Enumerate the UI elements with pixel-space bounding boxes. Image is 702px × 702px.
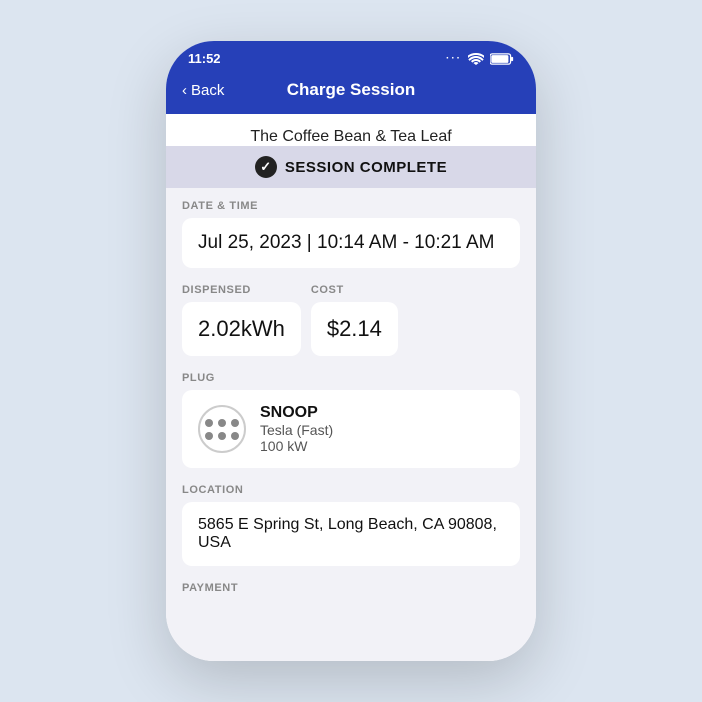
plug-name: SNOOP xyxy=(260,404,333,422)
plug-power: 100 kW xyxy=(260,438,333,454)
datetime-value: Jul 25, 2023 | 10:14 AM - 10:21 AM xyxy=(198,232,494,253)
dots-icon: ··· xyxy=(446,53,462,64)
cost-label: COST xyxy=(311,284,398,296)
plug-connector-icon xyxy=(198,405,246,453)
phone-frame: 11:52 ··· ‹ Back Charge Session The Coff… xyxy=(166,41,536,661)
session-complete-text: SESSION COMPLETE xyxy=(285,159,447,176)
status-icons: ··· xyxy=(446,53,514,65)
status-bar: 11:52 ··· xyxy=(166,41,536,72)
content-area: The Coffee Bean & Tea Leaf ✓ SESSION COM… xyxy=(166,114,536,661)
cost-col: COST $2.14 xyxy=(311,284,398,356)
dispensed-cost-row: DISPENSED 2.02kWh COST $2.14 xyxy=(182,284,520,356)
location-card: 5865 E Spring St, Long Beach, CA 90808, … xyxy=(182,502,520,566)
cost-card: $2.14 xyxy=(311,302,398,356)
back-chevron-icon: ‹ xyxy=(182,82,187,99)
datetime-section: DATE & TIME Jul 25, 2023 | 10:14 AM - 10… xyxy=(166,188,536,272)
plug-card: SNOOP Tesla (Fast) 100 kW xyxy=(182,390,520,468)
plug-info: SNOOP Tesla (Fast) 100 kW xyxy=(260,404,333,454)
location-section: LOCATION 5865 E Spring St, Long Beach, C… xyxy=(166,472,536,570)
datetime-card: Jul 25, 2023 | 10:14 AM - 10:21 AM xyxy=(182,218,520,268)
dot-2 xyxy=(218,419,226,427)
dot-4 xyxy=(205,432,213,440)
location-value: 5865 E Spring St, Long Beach, CA 90808, … xyxy=(198,516,497,551)
wifi-icon xyxy=(468,53,484,65)
datetime-label: DATE & TIME xyxy=(182,200,520,212)
dispensed-label: DISPENSED xyxy=(182,284,301,296)
location-name: The Coffee Bean & Tea Leaf xyxy=(250,128,451,145)
plug-dots xyxy=(205,419,239,440)
plug-type: Tesla (Fast) xyxy=(260,422,333,438)
location-header: The Coffee Bean & Tea Leaf xyxy=(166,114,536,146)
dot-5 xyxy=(218,432,226,440)
dispensed-card: 2.02kWh xyxy=(182,302,301,356)
dispensed-cost-section: DISPENSED 2.02kWh COST $2.14 xyxy=(166,272,536,360)
dot-1 xyxy=(205,419,213,427)
checkmark-icon: ✓ xyxy=(255,156,277,178)
plug-label: PLUG xyxy=(182,372,520,384)
back-label: Back xyxy=(191,82,224,99)
dot-3 xyxy=(231,419,239,427)
payment-section-label: PAYMENT xyxy=(166,570,536,598)
plug-section: PLUG SNOOP Tesla (Fast) 100 kW xyxy=(166,360,536,472)
battery-icon xyxy=(490,53,514,65)
nav-title: Charge Session xyxy=(287,80,416,100)
location-label: LOCATION xyxy=(182,484,520,496)
dispensed-value: 2.02kWh xyxy=(198,316,285,341)
session-complete-banner: ✓ SESSION COMPLETE xyxy=(166,146,536,188)
nav-bar: ‹ Back Charge Session xyxy=(166,72,536,114)
dot-6 xyxy=(231,432,239,440)
dispensed-col: DISPENSED 2.02kWh xyxy=(182,284,301,356)
status-time: 11:52 xyxy=(188,51,221,66)
back-button[interactable]: ‹ Back xyxy=(182,82,224,99)
cost-value: $2.14 xyxy=(327,316,382,341)
